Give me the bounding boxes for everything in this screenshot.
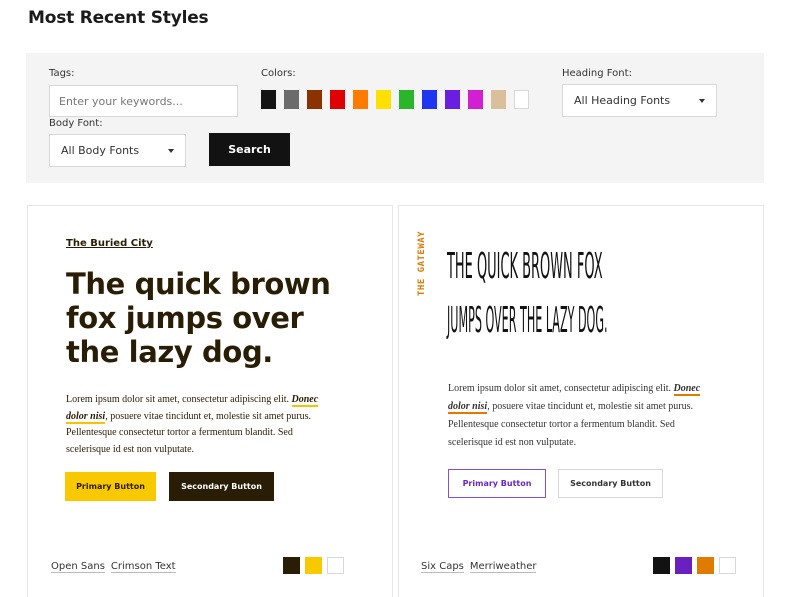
secondary-button-sample[interactable]: Secondary Button	[169, 472, 274, 501]
palette-swatch	[305, 557, 322, 574]
body-font-select[interactable]: All Body Fonts	[49, 134, 186, 167]
body-font-link[interactable]: Crimson Text	[110, 561, 176, 573]
palette-swatch	[327, 557, 344, 574]
font-pair: Open Sans Crimson Text	[51, 561, 182, 573]
filter-panel: Tags: Colors: Heading Font: All Heading …	[26, 53, 764, 183]
heading-sample: The quick brown fox jumps over the lazy …	[66, 267, 331, 369]
color-swatch-orange[interactable]	[353, 90, 368, 109]
style-name-vertical[interactable]: THE GATEWAY	[417, 231, 437, 298]
secondary-button-sample[interactable]: Secondary Button	[558, 469, 663, 498]
heading-font-link[interactable]: Open Sans	[51, 561, 105, 573]
font-pair: Six Caps Merriweather	[421, 561, 542, 573]
heading-font-value: All Heading Fonts	[574, 94, 671, 107]
tags-label: Tags:	[49, 68, 75, 79]
heading-font-link[interactable]: Six Caps	[421, 561, 464, 573]
color-swatch-green[interactable]	[399, 90, 414, 109]
style-card-gateway[interactable]: THE GATEWAY THE QUICK BROWN FOX JUMPS OV…	[398, 205, 764, 597]
color-swatch-black[interactable]	[261, 90, 276, 109]
color-swatch-red[interactable]	[330, 90, 345, 109]
color-swatch-yellow[interactable]	[376, 90, 391, 109]
colors-label: Colors:	[261, 68, 296, 79]
style-card-buried-city[interactable]: The Buried City The quick brown fox jump…	[27, 205, 393, 597]
palette	[653, 557, 741, 574]
heading-font-label: Heading Font:	[562, 68, 632, 79]
color-swatch-gray[interactable]	[284, 90, 299, 109]
color-swatch-white[interactable]	[514, 90, 529, 109]
color-swatch-blue[interactable]	[422, 90, 437, 109]
color-swatch-magenta[interactable]	[468, 90, 483, 109]
page-title: Most Recent Styles	[28, 8, 209, 28]
body-text-start: Lorem ipsum dolor sit amet, consectetur …	[448, 383, 674, 394]
body-font-value: All Body Fonts	[61, 144, 140, 157]
color-swatches	[261, 90, 537, 109]
heading-font-select[interactable]: All Heading Fonts	[562, 84, 717, 117]
palette-swatch	[719, 557, 736, 574]
style-name[interactable]: THE GATEWAY	[417, 231, 427, 296]
style-name[interactable]: The Buried City	[66, 238, 153, 249]
heading-line-2: JUMPS OVER THE LAZY DOG.	[447, 300, 608, 341]
chevron-down-icon	[699, 99, 705, 103]
body-text-start: Lorem ipsum dolor sit amet, consectetur …	[66, 394, 292, 405]
palette-swatch	[653, 557, 670, 574]
primary-button-sample[interactable]: Primary Button	[65, 472, 156, 501]
color-swatch-brown[interactable]	[307, 90, 322, 109]
palette-swatch	[283, 557, 300, 574]
body-font-link[interactable]: Merriweather	[469, 561, 537, 573]
color-swatch-purple[interactable]	[445, 90, 460, 109]
tags-input[interactable]	[49, 85, 238, 117]
heading-sample: THE QUICK BROWN FOX JUMPS OVER THE LAZY …	[447, 243, 748, 345]
search-button[interactable]: Search	[209, 133, 290, 166]
palette-swatch	[675, 557, 692, 574]
chevron-down-icon	[168, 149, 174, 153]
primary-button-sample[interactable]: Primary Button	[448, 469, 546, 498]
palette	[283, 557, 349, 574]
color-swatch-tan[interactable]	[491, 90, 506, 109]
palette-swatch	[697, 557, 714, 574]
heading-line-1: THE QUICK BROWN FOX	[447, 246, 603, 287]
body-font-label: Body Font:	[49, 118, 103, 129]
body-sample: Lorem ipsum dolor sit amet, consectetur …	[448, 380, 714, 452]
body-sample: Lorem ipsum dolor sit amet, consectetur …	[66, 392, 328, 458]
